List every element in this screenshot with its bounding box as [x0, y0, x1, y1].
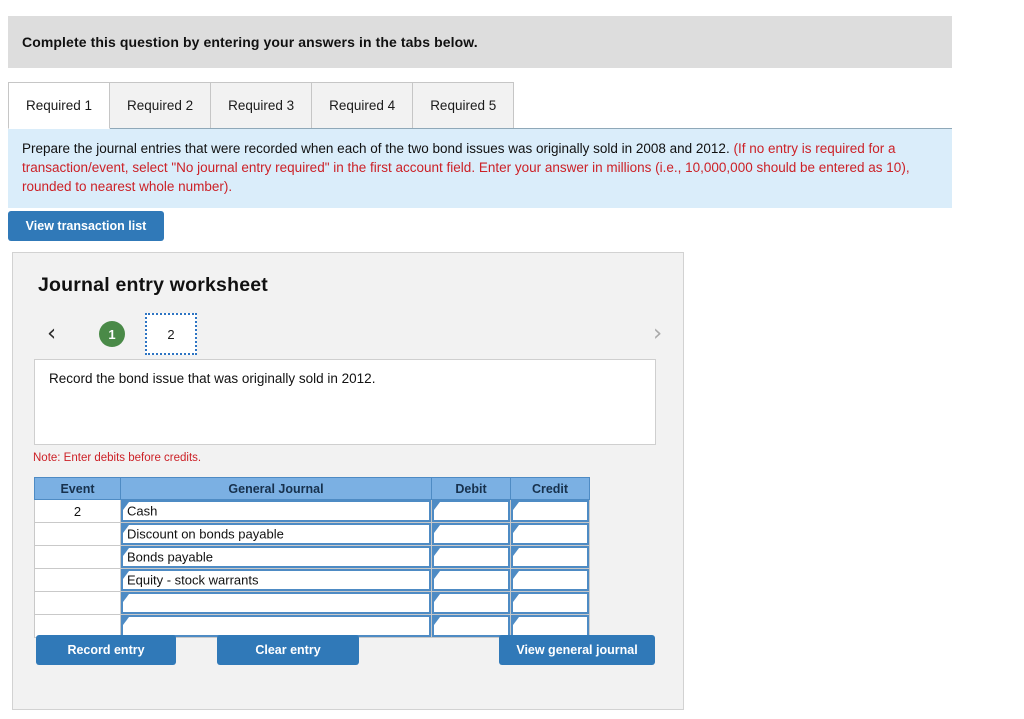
table-row: [34, 591, 590, 615]
view-transaction-list-button[interactable]: View transaction list: [8, 211, 164, 241]
column-header-credit: Credit: [510, 477, 590, 500]
credit-input[interactable]: [511, 569, 589, 591]
tab-required-1[interactable]: Required 1: [8, 82, 111, 129]
instruction-panel: Prepare the journal entries that were re…: [8, 128, 952, 208]
tab-required-5-label: Required 5: [430, 98, 497, 113]
required-tabstrip: Required 1 Required 2 Required 3 Require…: [8, 79, 952, 129]
credit-cell[interactable]: [510, 568, 590, 592]
pager-step-1[interactable]: 1: [99, 321, 125, 347]
tab-required-1-label: Required 1: [26, 98, 93, 113]
chevron-left-icon[interactable]: ‹: [47, 322, 56, 346]
tab-required-3-label: Required 3: [228, 98, 295, 113]
view-general-journal-button[interactable]: View general journal: [499, 635, 655, 665]
tab-required-2[interactable]: Required 2: [109, 82, 212, 129]
tab-required-5[interactable]: Required 5: [412, 82, 515, 129]
account-input[interactable]: Bonds payable: [121, 546, 431, 568]
debit-cell[interactable]: [431, 499, 511, 523]
account-cell[interactable]: Discount on bonds payable: [120, 522, 432, 546]
account-cell[interactable]: Cash: [120, 499, 432, 523]
journal-entry-worksheet-panel: Journal entry worksheet ‹ 1 2 › Record t…: [12, 252, 684, 710]
event-cell: 2: [34, 499, 121, 523]
question-banner-text: Complete this question by entering your …: [22, 34, 478, 50]
worksheet-pager: ‹ 1 2 ›: [33, 311, 673, 357]
journal-entry-table: Event General Journal Debit Credit 2 Cas…: [34, 477, 590, 638]
record-entry-button[interactable]: Record entry: [36, 635, 176, 665]
credit-cell[interactable]: [510, 499, 590, 523]
event-cell: [34, 522, 121, 546]
credit-input[interactable]: [511, 546, 589, 568]
credit-input[interactable]: [511, 615, 589, 637]
table-header-row: Event General Journal Debit Credit: [34, 477, 590, 500]
pager-step-2[interactable]: 2: [145, 313, 197, 355]
tab-required-3[interactable]: Required 3: [210, 82, 313, 129]
view-general-journal-label: View general journal: [516, 643, 638, 657]
credit-input[interactable]: [511, 500, 589, 522]
credit-input[interactable]: [511, 592, 589, 614]
account-input-value: Cash: [127, 503, 158, 519]
tab-required-4-label: Required 4: [329, 98, 396, 113]
view-transaction-list-label: View transaction list: [25, 219, 147, 233]
debit-cell[interactable]: [431, 568, 511, 592]
debit-cell[interactable]: [431, 591, 511, 615]
debit-input[interactable]: [432, 615, 510, 637]
column-header-general-journal: General Journal: [120, 477, 432, 500]
account-input-value: Bonds payable: [127, 549, 214, 565]
tab-required-2-label: Required 2: [127, 98, 194, 113]
debit-input[interactable]: [432, 569, 510, 591]
table-row: Bonds payable: [34, 545, 590, 569]
account-cell[interactable]: [120, 591, 432, 615]
entry-description-box: Record the bond issue that was originall…: [34, 359, 656, 445]
account-input[interactable]: [121, 592, 431, 614]
credit-input[interactable]: [511, 523, 589, 545]
worksheet-title: Journal entry worksheet: [38, 274, 269, 296]
tab-required-4[interactable]: Required 4: [311, 82, 414, 129]
table-row: Discount on bonds payable: [34, 522, 590, 546]
debits-before-credits-note: Note: Enter debits before credits.: [33, 452, 202, 464]
credit-cell[interactable]: [510, 522, 590, 546]
account-cell[interactable]: Equity - stock warrants: [120, 568, 432, 592]
debit-input[interactable]: [432, 500, 510, 522]
account-input-value: Discount on bonds payable: [127, 526, 284, 542]
column-header-debit: Debit: [431, 477, 511, 500]
debit-input[interactable]: [432, 523, 510, 545]
account-cell[interactable]: Bonds payable: [120, 545, 432, 569]
account-input[interactable]: Cash: [121, 500, 431, 522]
clear-entry-button[interactable]: Clear entry: [217, 635, 359, 665]
debit-cell[interactable]: [431, 545, 511, 569]
event-cell: [34, 591, 121, 615]
question-banner: Complete this question by entering your …: [8, 16, 952, 68]
debit-input[interactable]: [432, 592, 510, 614]
column-header-event: Event: [34, 477, 121, 500]
debit-input[interactable]: [432, 546, 510, 568]
table-row: Equity - stock warrants: [34, 568, 590, 592]
clear-entry-label: Clear entry: [255, 643, 321, 657]
debit-cell[interactable]: [431, 614, 511, 638]
account-input-value: Equity - stock warrants: [127, 572, 259, 588]
record-entry-label: Record entry: [67, 643, 145, 657]
event-cell: [34, 568, 121, 592]
account-input[interactable]: Discount on bonds payable: [121, 523, 431, 545]
event-cell: [34, 545, 121, 569]
account-input[interactable]: [121, 615, 431, 637]
entry-description-text: Record the bond issue that was originall…: [49, 371, 376, 386]
instruction-primary-text: Prepare the journal entries that were re…: [22, 141, 730, 156]
account-input[interactable]: Equity - stock warrants: [121, 569, 431, 591]
credit-cell[interactable]: [510, 591, 590, 615]
table-row: 2 Cash: [34, 499, 590, 523]
chevron-right-icon[interactable]: ›: [653, 322, 662, 346]
credit-cell[interactable]: [510, 545, 590, 569]
debit-cell[interactable]: [431, 522, 511, 546]
